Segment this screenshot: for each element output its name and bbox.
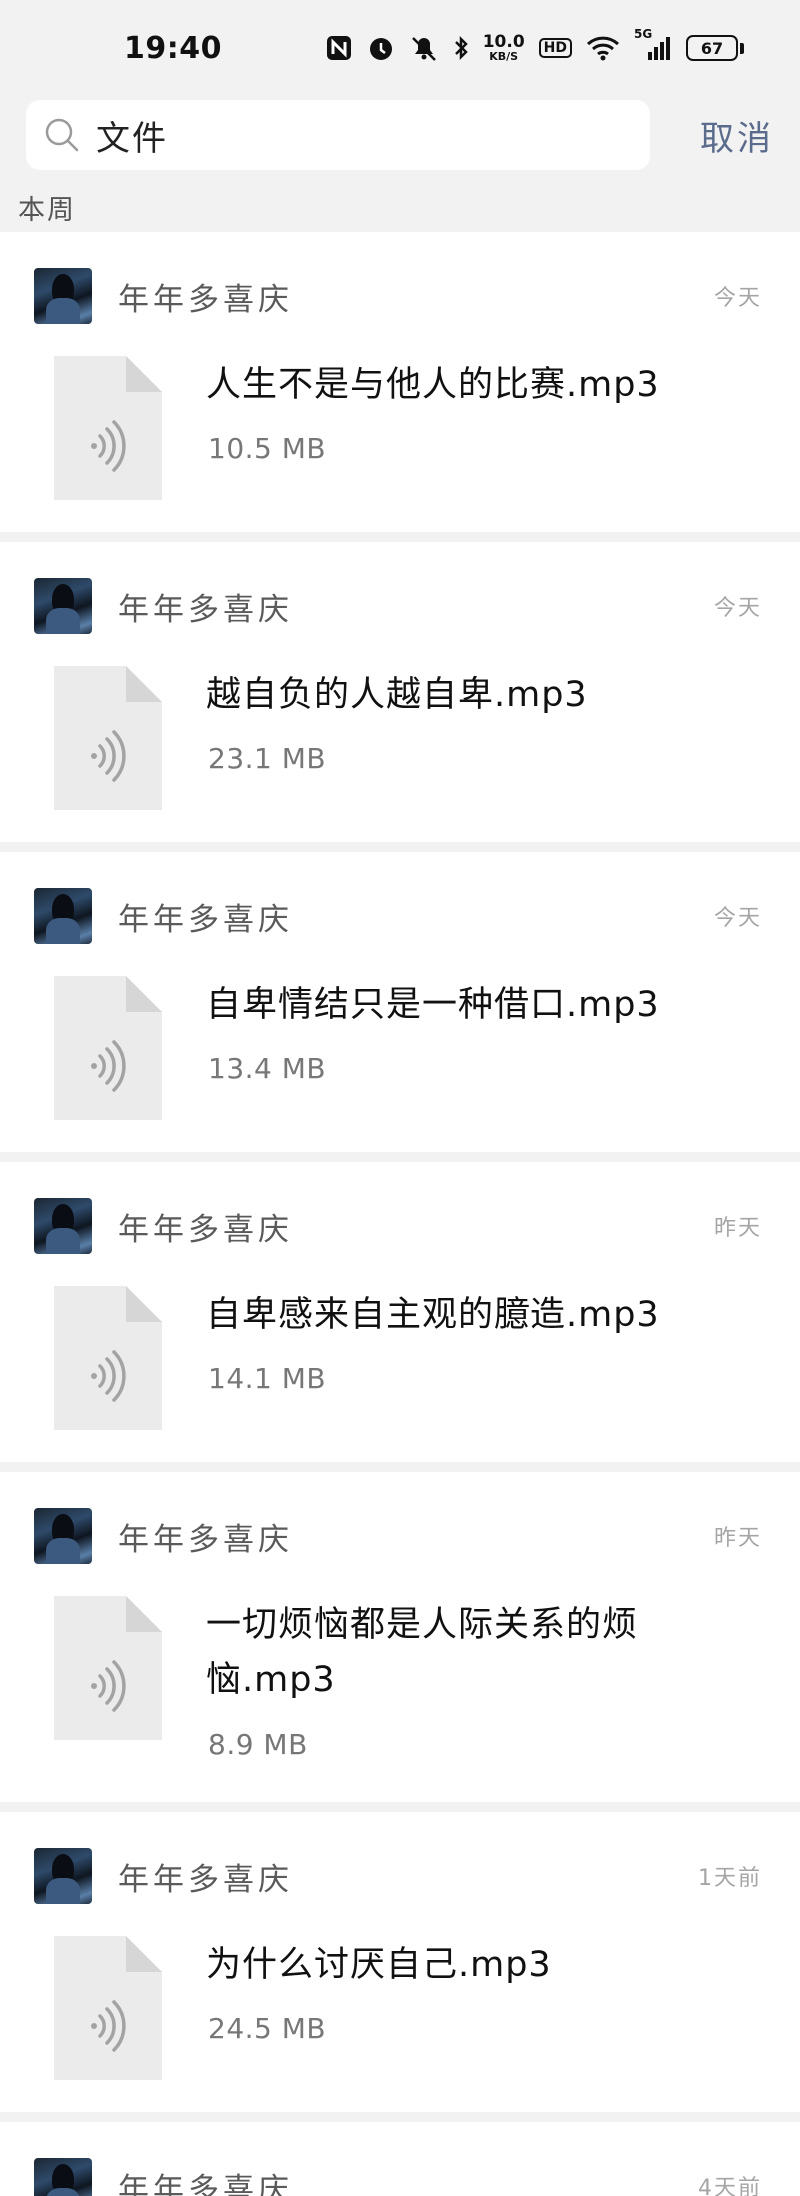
avatar[interactable] — [34, 2158, 92, 2196]
search-input[interactable]: 文件 — [26, 100, 650, 170]
hd-badge: HD — [538, 38, 572, 58]
card-header: 年年多喜庆 今天 — [34, 578, 762, 634]
timestamp: 昨天 — [713, 1526, 762, 1551]
file-size: 14.1 MB — [208, 1362, 327, 1395]
audio-file-icon[interactable] — [54, 976, 162, 1120]
search-header: 文件 取消 — [0, 96, 800, 174]
file-name[interactable]: 一切烦恼都是人际关系的烦恼.mp3 — [206, 1598, 690, 1708]
nfc-icon — [325, 34, 353, 62]
sender-name: 年年多喜庆 — [118, 1521, 293, 1558]
file-size: 23.1 MB — [208, 742, 327, 775]
file-size: 10.5 MB — [208, 432, 327, 465]
avatar[interactable] — [34, 1508, 92, 1564]
list-item[interactable]: 年年多喜庆 昨天 自卑感来自主观的臆造.mp3 14.1 MB — [0, 1162, 800, 1462]
avatar[interactable] — [34, 268, 92, 324]
audio-file-icon[interactable] — [54, 666, 162, 810]
list-item[interactable]: 年年多喜庆 昨天 一切烦恼都是人际关系的烦恼.mp3 8.9 MB — [0, 1472, 800, 1802]
sender-name: 年年多喜庆 — [118, 281, 293, 318]
file-size: 13.4 MB — [208, 1052, 327, 1085]
audio-file-icon[interactable] — [54, 1936, 162, 2080]
search-query[interactable]: 文件 — [96, 111, 168, 160]
mute-icon — [409, 34, 439, 62]
file-size: 8.9 MB — [208, 1728, 308, 1761]
audio-file-icon[interactable] — [54, 1286, 162, 1430]
avatar[interactable] — [34, 1848, 92, 1904]
audio-file-icon[interactable] — [54, 356, 162, 500]
cell-signal-icon: 5G — [634, 28, 672, 62]
file-size: 24.5 MB — [208, 2012, 327, 2045]
list-item[interactable]: 年年多喜庆 今天 自卑情结只是一种借口.mp3 13.4 MB — [0, 852, 800, 1152]
timestamp: 今天 — [713, 596, 762, 621]
alarm-icon — [367, 34, 395, 62]
avatar[interactable] — [34, 1198, 92, 1254]
signal-label: 5G — [634, 27, 653, 41]
cancel-button[interactable]: 取消 — [700, 111, 774, 160]
battery-tip — [740, 42, 744, 54]
timestamp: 4天前 — [698, 2176, 762, 2196]
section-label: 本周 — [18, 194, 76, 226]
avatar[interactable] — [34, 578, 92, 634]
sender-name: 年年多喜庆 — [118, 901, 293, 938]
card-header: 年年多喜庆 今天 — [34, 888, 762, 944]
battery-level: 67 — [686, 35, 738, 61]
card-header: 年年多喜庆 今天 — [34, 268, 762, 324]
timestamp: 1天前 — [698, 1866, 762, 1891]
timestamp: 今天 — [713, 286, 762, 311]
file-name[interactable]: 自卑感来自主观的臆造.mp3 — [206, 1288, 690, 1343]
file-name[interactable]: 人生不是与他人的比赛.mp3 — [206, 358, 690, 413]
file-name[interactable]: 为什么讨厌自己.mp3 — [206, 1938, 690, 1993]
status-icons: 10.0 KB/S HD 5G 67 — [325, 28, 744, 63]
sender-name: 年年多喜庆 — [118, 2171, 293, 2196]
list-item[interactable]: 年年多喜庆 今天 人生不是与他人的比赛.mp3 10.5 MB — [0, 232, 800, 532]
card-header: 年年多喜庆 昨天 — [34, 1508, 762, 1564]
list-item[interactable]: 年年多喜庆 今天 越自负的人越自卑.mp3 23.1 MB — [0, 542, 800, 842]
avatar[interactable] — [34, 888, 92, 944]
sender-name: 年年多喜庆 — [118, 591, 293, 628]
bluetooth-icon — [453, 34, 469, 62]
file-name[interactable]: 越自负的人越自卑.mp3 — [206, 668, 690, 723]
sender-name: 年年多喜庆 — [118, 1861, 293, 1898]
timestamp: 今天 — [713, 906, 762, 931]
timestamp: 昨天 — [713, 1216, 762, 1241]
card-header: 年年多喜庆 昨天 — [34, 1198, 762, 1254]
net-speed: 10.0 KB/S — [482, 32, 525, 63]
card-header: 年年多喜庆 4天前 — [34, 2158, 762, 2196]
sender-name: 年年多喜庆 — [118, 1211, 293, 1248]
audio-file-icon[interactable] — [54, 1596, 162, 1740]
net-speed-value: 10.0 — [482, 32, 525, 52]
card-header: 年年多喜庆 1天前 — [34, 1848, 762, 1904]
battery-indicator: 67 — [686, 35, 744, 61]
list-item[interactable]: 年年多喜庆 4天前 — [0, 2122, 800, 2196]
search-icon — [45, 118, 79, 152]
list-item[interactable]: 年年多喜庆 1天前 为什么讨厌自己.mp3 24.5 MB — [0, 1812, 800, 2112]
wifi-icon — [586, 34, 620, 62]
status-time: 19:40 — [124, 30, 222, 66]
status-bar: 19:40 10.0 KB/S HD 5G 67 — [0, 0, 800, 96]
results-list: 年年多喜庆 今天 人生不是与他人的比赛.mp3 10.5 MB 年年多喜庆 今天 — [0, 232, 800, 2196]
file-name[interactable]: 自卑情结只是一种借口.mp3 — [206, 978, 690, 1033]
net-speed-unit: KB/S — [489, 50, 519, 63]
